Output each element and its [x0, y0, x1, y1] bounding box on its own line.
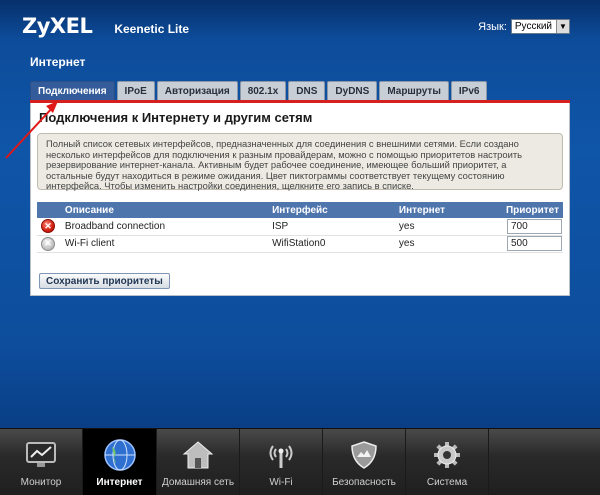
language-value: Русский — [514, 21, 552, 32]
tab-bar: Подключения IPoE Авторизация 802.1x DNS … — [30, 81, 489, 100]
language-selector: Язык: Русский ▼ — [478, 19, 570, 34]
home-icon — [181, 440, 215, 470]
column-internet: Интернет — [392, 202, 500, 218]
nav-label: Домашняя сеть — [161, 477, 235, 488]
shield-icon — [347, 440, 381, 470]
priority-input[interactable]: 500 — [507, 236, 562, 251]
priority-cell: 500 — [499, 235, 563, 253]
table-row[interactable]: ✕ Wi-Fi client WifiStation0 yes 500 — [37, 235, 563, 253]
column-priority: Приоритет — [499, 202, 563, 218]
column-interface: Интерфейс — [266, 202, 393, 218]
panel-title: Подключения к Интернету и другим сетям — [39, 110, 313, 125]
nav-label: Безопасность — [332, 477, 396, 488]
nav-label: Система — [426, 477, 468, 488]
monitor-icon — [24, 440, 58, 470]
red-arrow-annotation — [5, 101, 58, 159]
language-label: Язык: — [478, 20, 507, 33]
tab-dns[interactable]: DNS — [288, 81, 326, 100]
row-description[interactable]: Wi-Fi client — [58, 235, 267, 253]
nav-system[interactable]: Система — [406, 429, 489, 495]
priority-cell: 700 — [499, 218, 563, 236]
chevron-down-icon[interactable]: ▼ — [556, 20, 569, 33]
connections-panel: Подключения к Интернету и другим сетям П… — [30, 103, 570, 296]
nav-home-network[interactable]: Домашняя сеть — [157, 429, 240, 495]
row-description[interactable]: Broadband connection — [58, 218, 267, 236]
nav-label: Интернет — [96, 477, 143, 488]
bottom-nav: Монитор Интернет Домашняя сеть Wi-Fi Без… — [0, 428, 600, 495]
table-header: Описание Интерфейс Интернет Приоритет — [37, 202, 563, 218]
status-column-header — [37, 202, 59, 218]
tab-routes[interactable]: Маршруты — [379, 81, 449, 100]
language-dropdown[interactable]: Русский ▼ — [510, 19, 570, 34]
nav-monitor[interactable]: Монитор — [0, 429, 83, 495]
page-title: Интернет — [30, 55, 86, 69]
tab-dydns[interactable]: DyDNS — [327, 81, 378, 100]
nav-label: Wi-Fi — [269, 477, 293, 488]
table-row[interactable]: ✕ Broadband connection ISP yes 700 — [37, 218, 563, 236]
save-priorities-button[interactable]: Сохранить приоритеты — [39, 273, 170, 289]
row-internet: yes — [392, 235, 500, 253]
status-cell: ✕ — [37, 235, 59, 253]
red-x-icon: ✕ — [41, 219, 55, 234]
nav-security[interactable]: Безопасность — [323, 429, 406, 495]
wifi-antenna-icon — [264, 440, 298, 470]
row-interface: ISP — [266, 218, 393, 236]
priority-input[interactable]: 700 — [507, 218, 562, 234]
status-cell: ✕ — [37, 218, 59, 236]
row-internet: yes — [392, 218, 500, 236]
tab-authorization[interactable]: Авторизация — [156, 81, 238, 100]
row-interface: WifiStation0 — [266, 235, 393, 253]
model-name: Keenetic Lite — [114, 22, 190, 36]
nav-label: Монитор — [20, 477, 62, 488]
gear-icon — [430, 440, 464, 470]
column-description: Описание — [58, 202, 267, 218]
brand: ZyXEL Keenetic Lite — [22, 14, 189, 38]
nav-wifi[interactable]: Wi-Fi — [240, 429, 323, 495]
grey-x-icon: ✕ — [41, 236, 55, 251]
zyxel-logo: ZyXEL — [22, 14, 93, 38]
tab-ipv6[interactable]: IPv6 — [450, 81, 488, 100]
tab-ipoe[interactable]: IPoE — [116, 81, 155, 100]
nav-internet[interactable]: Интернет — [83, 429, 157, 495]
connections-table: Описание Интерфейс Интернет Приоритет ✕ … — [37, 202, 563, 253]
panel-description: Полный список сетевых интерфейсов, предн… — [37, 133, 563, 191]
globe-icon — [103, 439, 137, 471]
tab-8021x[interactable]: 802.1x — [239, 81, 287, 100]
